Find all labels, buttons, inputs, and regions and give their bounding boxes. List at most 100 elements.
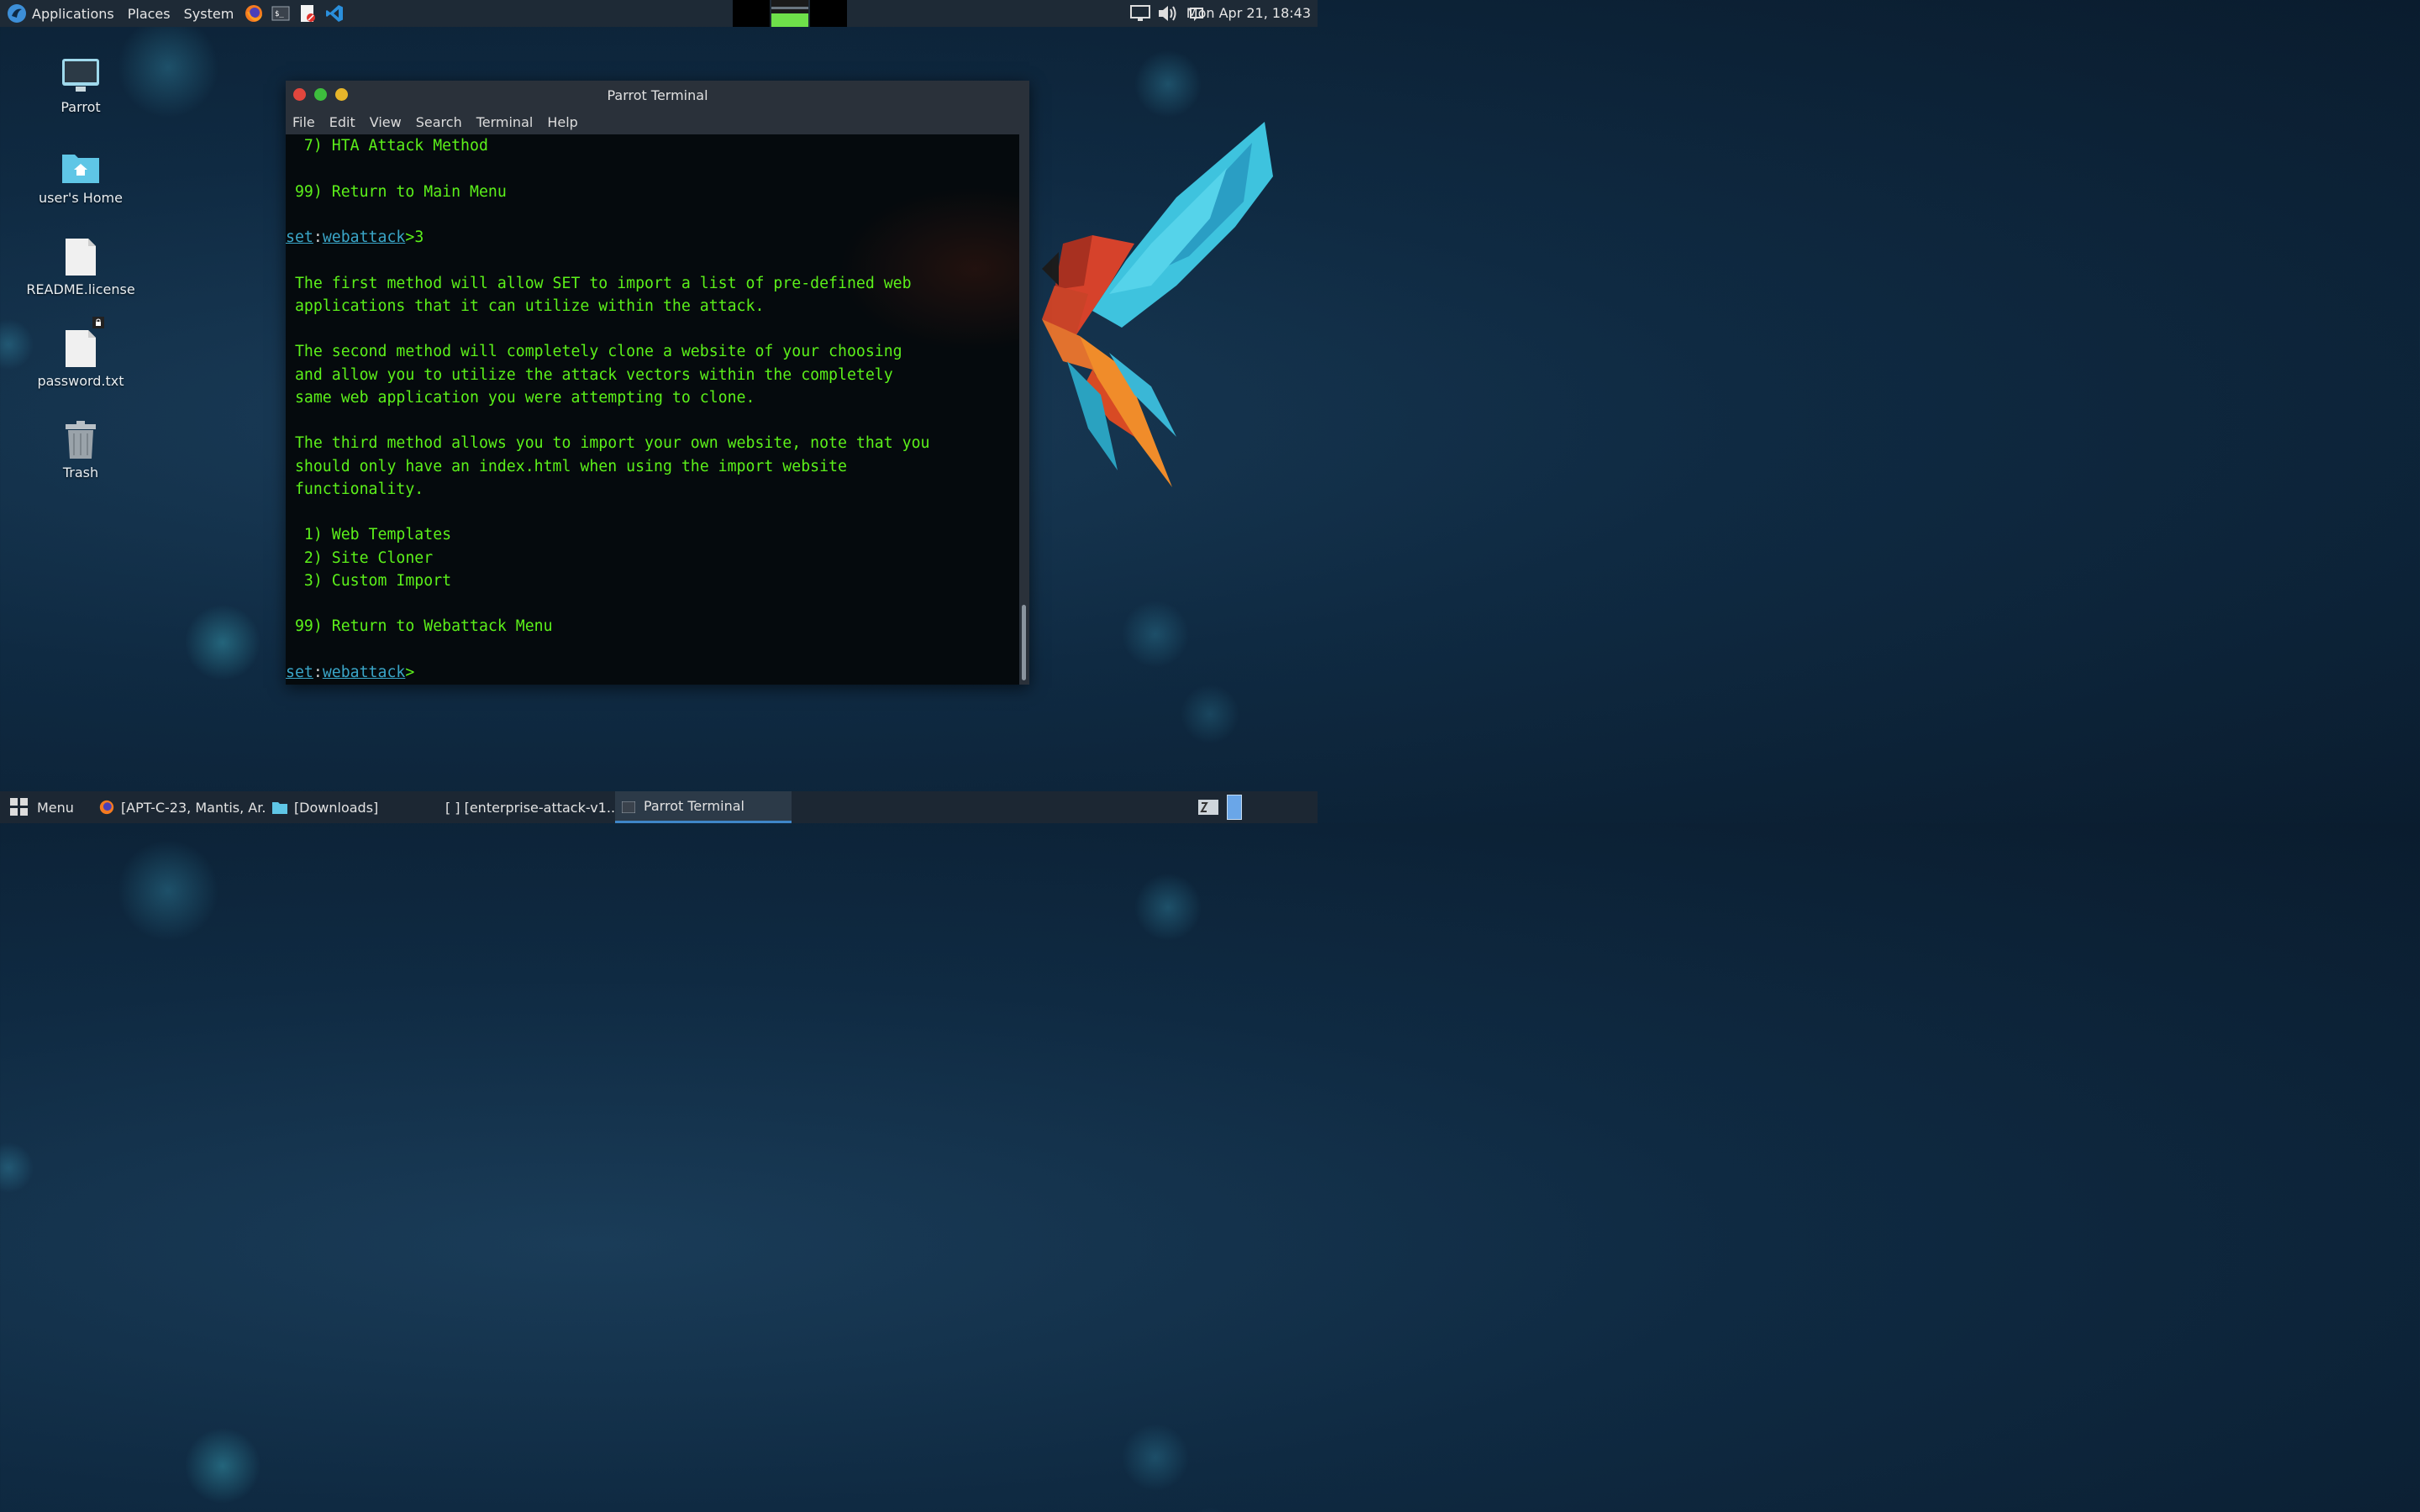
- desktop-icon-parrot[interactable]: Parrot: [26, 50, 135, 115]
- terminal-line: functionality.: [286, 480, 424, 498]
- file-icon: [59, 233, 103, 276]
- task-downloads[interactable]: [Downloads]: [266, 791, 439, 823]
- firefox-icon[interactable]: [245, 4, 263, 23]
- menu-view[interactable]: View: [370, 114, 402, 130]
- parrot-logo-icon: [7, 3, 27, 24]
- terminal-output[interactable]: 7) HTA Attack Method 99) Return to Main …: [286, 134, 1019, 685]
- computer-icon: [59, 50, 103, 94]
- terminal-line: and allow you to utilize the attack vect…: [286, 365, 893, 384]
- lock-icon: [92, 316, 104, 332]
- prompt-module: webattack: [322, 228, 406, 246]
- firefox-icon: [99, 800, 114, 815]
- places-menu[interactable]: Places: [121, 0, 177, 27]
- bottom-panel: Menu [APT-C-23, Mantis, Ar... [Downloads…: [0, 791, 1318, 823]
- terminal-menubar: File Edit View Search Terminal Help: [286, 109, 1029, 135]
- prompt-arrow: >: [405, 663, 415, 681]
- menu-help[interactable]: Help: [547, 114, 577, 130]
- workspace-3[interactable]: [810, 0, 847, 27]
- trash-icon: [59, 416, 103, 459]
- task-enterprise-attack[interactable]: [ ] [enterprise-attack-v1...: [439, 791, 615, 823]
- menu-button[interactable]: Menu: [0, 791, 81, 823]
- task-parrot-terminal[interactable]: Parrot Terminal: [614, 791, 792, 823]
- prompt-set: set: [286, 663, 313, 681]
- desktop-icon-readme[interactable]: README.license: [26, 233, 135, 297]
- terminal-line: should only have an index.html when usin…: [286, 457, 847, 475]
- terminal-line: 2) Site Cloner: [286, 549, 434, 567]
- home-folder-icon: [59, 141, 103, 185]
- terminal-line: set:webattack>3: [286, 226, 1019, 249]
- places-label: Places: [127, 5, 171, 22]
- archive-manager-icon[interactable]: [1198, 798, 1218, 816]
- desktop-icon-password[interactable]: password.txt: [26, 317, 135, 389]
- workspace-1[interactable]: [733, 0, 770, 27]
- desktop-icon-label: Parrot: [60, 99, 101, 115]
- prompt-separator: :: [313, 663, 323, 681]
- text-editor-icon[interactable]: [298, 4, 317, 23]
- workspace-2[interactable]: [771, 0, 808, 27]
- svg-text:$_: $_: [275, 10, 284, 18]
- terminal-line: The first method will allow SET to impor…: [286, 274, 912, 292]
- close-button[interactable]: [293, 88, 306, 101]
- grid-menu-icon: [10, 798, 29, 816]
- desktop-icon-label: Trash: [62, 465, 99, 480]
- task-label: [APT-C-23, Mantis, Ar...: [120, 799, 266, 816]
- prompt-input: 3: [414, 228, 424, 246]
- minimize-button[interactable]: [335, 88, 348, 101]
- terminal-line: 3) Custom Import: [286, 571, 452, 590]
- desktop-icon-label: user's Home: [39, 190, 123, 206]
- menu-terminal[interactable]: Terminal: [476, 114, 534, 130]
- desktop-icon-label: README.license: [26, 281, 135, 297]
- task-label: Parrot Terminal: [643, 798, 744, 814]
- workspace-indicator[interactable]: [1227, 795, 1242, 820]
- applications-menu[interactable]: Applications: [0, 0, 121, 27]
- terminal-line: The second method will completely clone …: [286, 343, 902, 361]
- file-icon: [59, 317, 104, 368]
- terminal-line: 7) HTA Attack Method: [286, 137, 488, 155]
- menu-label: Menu: [37, 799, 74, 816]
- desktop-icon-label: password.txt: [37, 373, 124, 389]
- system-menu[interactable]: System: [177, 0, 241, 27]
- terminal-line: applications that it can utilize within …: [286, 297, 765, 315]
- window-titlebar[interactable]: Parrot Terminal: [286, 81, 1029, 109]
- desktop-icon-trash[interactable]: Trash: [26, 416, 135, 480]
- clock[interactable]: Mon Apr 21, 18:43: [1186, 0, 1311, 27]
- system-label: System: [183, 5, 234, 22]
- menu-file[interactable]: File: [292, 114, 315, 130]
- prompt-arrow: >: [405, 228, 415, 246]
- menu-search[interactable]: Search: [416, 114, 462, 130]
- vscode-icon[interactable]: [325, 4, 344, 23]
- top-panel: Applications Places System $_ Mon Apr 21…: [0, 0, 1318, 27]
- terminal-line: 99) Return to Webattack Menu: [286, 617, 553, 636]
- terminal-line: 1) Web Templates: [286, 526, 452, 544]
- task-label: [ ] [enterprise-attack-v1...: [445, 799, 615, 816]
- display-icon[interactable]: [1130, 4, 1150, 23]
- window-title: Parrot Terminal: [607, 87, 708, 103]
- desktop-icon-home[interactable]: user's Home: [26, 141, 135, 206]
- terminal-scrollbar[interactable]: [1019, 134, 1029, 685]
- volume-icon[interactable]: [1157, 4, 1181, 23]
- task-label: [Downloads]: [293, 799, 379, 816]
- terminal-line: 99) Return to Main Menu: [286, 182, 507, 201]
- terminal-icon[interactable]: $_: [271, 4, 290, 23]
- maximize-button[interactable]: [314, 88, 327, 101]
- prompt-set: set: [286, 228, 313, 246]
- prompt-separator: :: [313, 228, 323, 246]
- terminal-window[interactable]: Parrot Terminal File Edit View Search Te…: [286, 81, 1029, 685]
- terminal-line: same web application you were attempting…: [286, 388, 755, 407]
- prompt-module: webattack: [322, 663, 406, 681]
- terminal-icon: [621, 801, 636, 813]
- menu-edit[interactable]: Edit: [329, 114, 355, 130]
- scrollbar-thumb[interactable]: [1022, 605, 1026, 680]
- folder-icon: [271, 801, 287, 814]
- applications-label: Applications: [32, 5, 114, 22]
- terminal-line: set:webattack>: [286, 661, 1019, 684]
- task-firefox[interactable]: [APT-C-23, Mantis, Ar...: [92, 791, 266, 823]
